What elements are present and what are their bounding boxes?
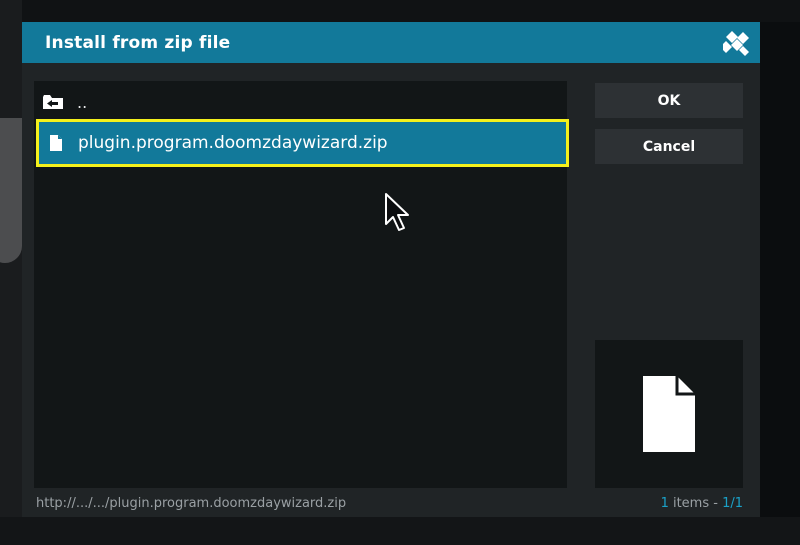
file-icon [643, 376, 695, 452]
page-indicator: 1/1 [722, 496, 743, 511]
ok-button[interactable]: OK [595, 83, 743, 118]
list-item-label: plugin.program.doomzdaywizard.zip [78, 133, 388, 153]
dialog-titlebar: Install from zip file [22, 22, 760, 63]
items-word: items - [668, 496, 723, 511]
parent-folder-icon [42, 92, 64, 112]
list-item-parent-folder[interactable]: .. [34, 83, 567, 121]
item-count-number: 1 [660, 496, 669, 511]
item-count: 1 items - 1/1 [661, 496, 743, 511]
list-item-label: .. [77, 92, 88, 112]
dialog-title: Install from zip file [45, 33, 231, 53]
file-icon [45, 133, 67, 153]
install-zip-dialog: Install from zip file .. plugin.program.… [22, 22, 760, 517]
background-shape [0, 118, 22, 263]
list-item-zip-file[interactable]: plugin.program.doomzdaywizard.zip [36, 119, 569, 167]
file-list: .. plugin.program.doomzdaywizard.zip [34, 81, 569, 488]
file-preview [595, 340, 743, 488]
background-bottom [0, 517, 800, 545]
cancel-button[interactable]: Cancel [595, 129, 743, 164]
kodi-logo-icon [723, 31, 749, 56]
current-path: http://.../.../plugin.program.doomzdaywi… [36, 496, 347, 511]
mouse-cursor-icon [385, 193, 409, 231]
background-top [0, 0, 800, 22]
background-left [0, 0, 22, 545]
